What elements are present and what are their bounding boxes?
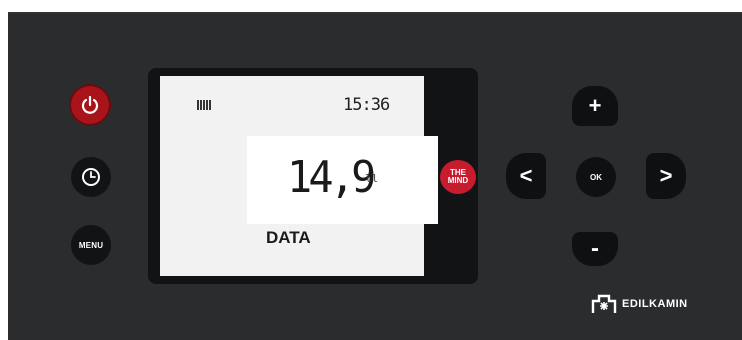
power-button[interactable]: [69, 84, 111, 126]
main-value: 14,9: [287, 152, 376, 203]
right-button[interactable]: >: [646, 153, 686, 199]
minus-button[interactable]: -: [572, 232, 618, 266]
menu-button[interactable]: MENU: [71, 225, 111, 265]
ok-label: OK: [590, 172, 602, 182]
the-mind-line2: MIND: [447, 176, 469, 185]
clock-time: 15:36: [343, 95, 390, 115]
menu-label: MENU: [78, 240, 104, 250]
edilkamin-logo-icon: [591, 294, 617, 313]
brand-logo: EDILKAMIN: [591, 294, 688, 314]
plus-button[interactable]: +: [572, 86, 618, 126]
display-label: DATA: [266, 228, 311, 247]
clock-button[interactable]: [71, 157, 111, 197]
the-mind-logo: THE MIND: [440, 160, 476, 194]
signal-bars-icon: [197, 100, 211, 110]
plus-label: +: [588, 93, 602, 118]
clock-icon: [82, 168, 100, 186]
minus-label: -: [591, 235, 599, 262]
left-label: <: [519, 163, 533, 188]
power-icon: [81, 95, 99, 114]
right-label: >: [659, 163, 673, 188]
ok-button[interactable]: OK: [576, 157, 616, 197]
left-button[interactable]: <: [506, 153, 546, 199]
brand-name: EDILKAMIN: [622, 298, 688, 310]
value-unit-mark: ll: [365, 172, 379, 185]
